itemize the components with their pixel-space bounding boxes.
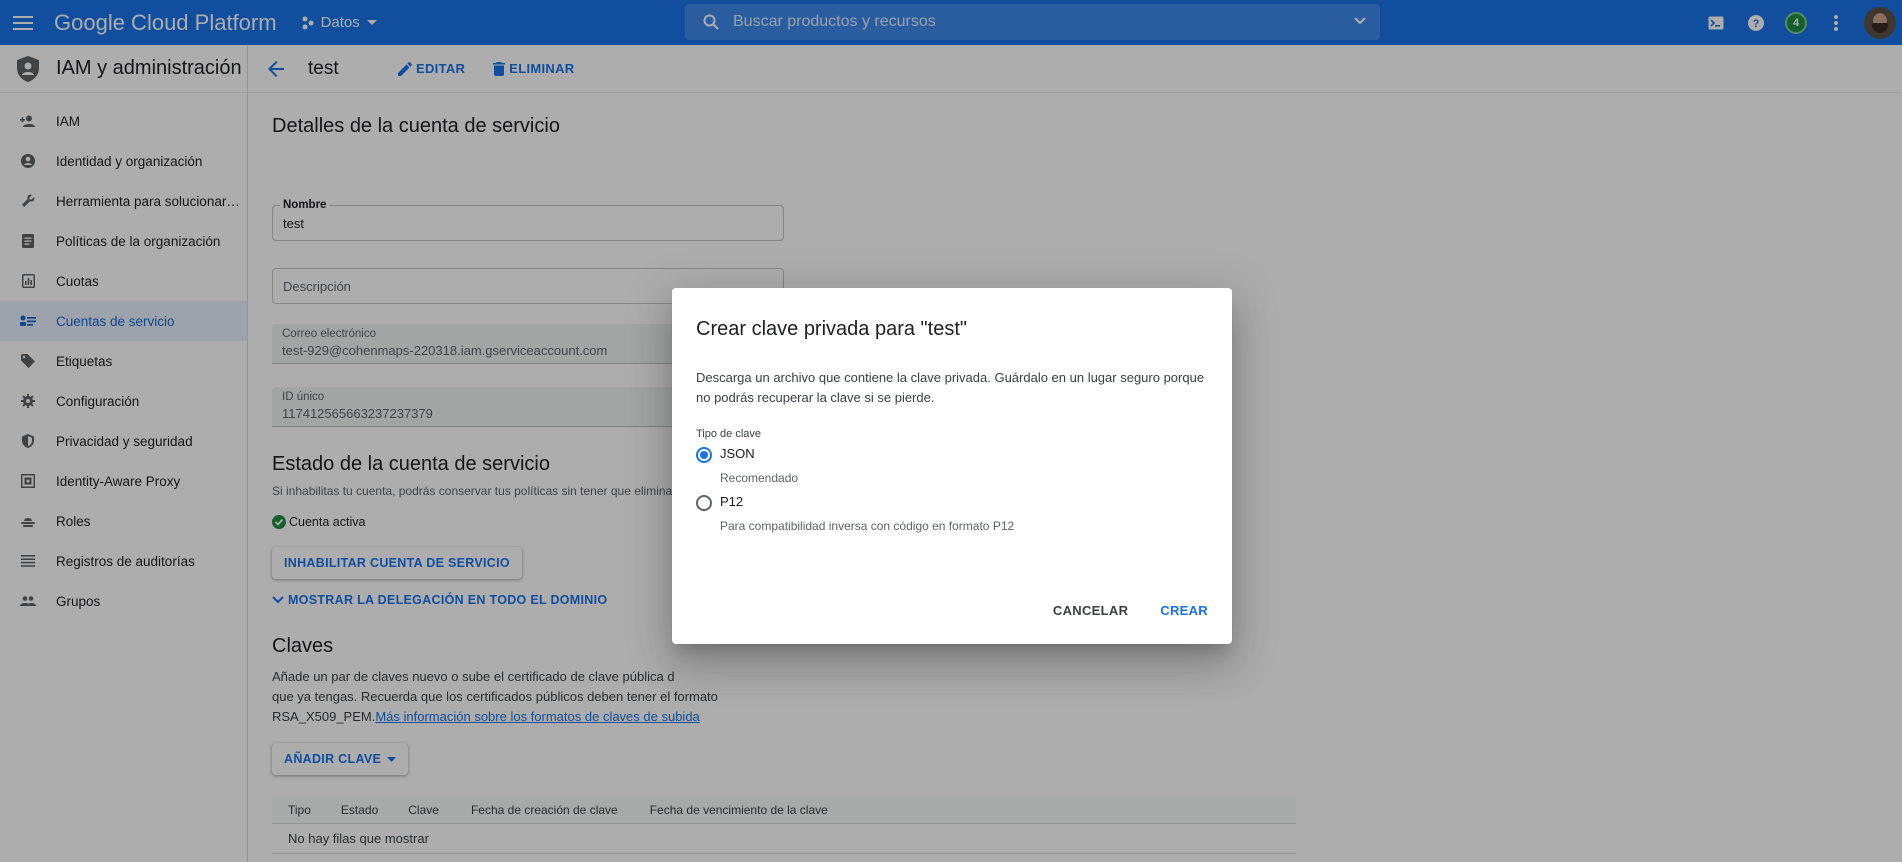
create-button[interactable]: CREAR [1160,603,1208,618]
key-type-option-json[interactable]: JSON Recomendado [696,446,798,485]
cancel-button[interactable]: CANCELAR [1053,603,1128,618]
option-description: Recomendado [720,471,799,485]
key-type-option-p12[interactable]: P12 Para compatibilidad inversa con códi… [696,494,1014,533]
key-type-label: Tipo de clave [696,428,762,440]
radio-button-json[interactable] [696,447,712,463]
create-key-dialog: Crear clave privada para "test" Descarga… [672,288,1232,644]
option-label: P12 [720,494,744,509]
option-label: JSON [720,446,755,461]
dialog-title: Crear clave privada para "test" [696,318,967,340]
option-description: Para compatibilidad inversa con código e… [720,519,1015,533]
dialog-actions: CANCELAR CREAR [1053,603,1208,618]
radio-button-p12[interactable] [696,495,712,511]
dialog-body: Descarga un archivo que contiene la clav… [696,370,1205,405]
